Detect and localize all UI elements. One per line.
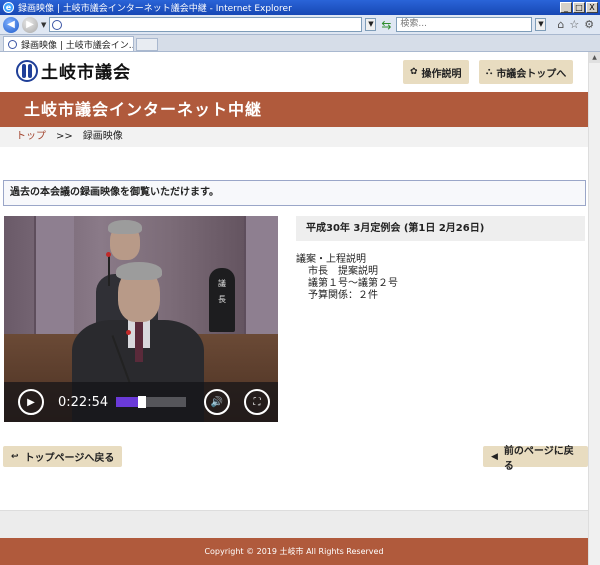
council-top-button-label: 市議会トップへ <box>496 68 567 80</box>
notice-box: 過去の本会議の録画映像を御覧いただけます。 <box>3 180 586 206</box>
playback-time: 0:22:54 <box>58 394 109 410</box>
favorites-star-icon[interactable]: ☆ <box>569 18 579 31</box>
forward-arrow-icon[interactable]: ▶ <box>22 16 38 33</box>
tab-strip: 録画映像 | 土岐市議会イン... <box>0 35 600 52</box>
maximize-button[interactable]: □ <box>573 2 585 13</box>
back-to-top-label: トップページへ戻る <box>24 453 115 464</box>
minimize-button[interactable]: _ <box>560 2 572 13</box>
site-logo[interactable]: 土岐市議会 <box>16 58 131 83</box>
agenda-item: 予算関係：２件 <box>308 290 378 301</box>
window-title-bar: e 録画映像 | 土岐市議会インターネット議会中継 - Internet Exp… <box>0 0 600 15</box>
vertical-scrollbar[interactable]: ▲ <box>588 52 600 565</box>
breadcrumb-home-link[interactable]: トップ <box>16 131 46 142</box>
breadcrumb-separator: >> <box>56 131 73 142</box>
help-button-label: 操作説明 <box>421 68 462 80</box>
seek-bar-fill <box>116 397 139 407</box>
home-icon[interactable]: ⌂ <box>557 18 564 31</box>
logo-text: 土岐市議会 <box>41 63 131 83</box>
search-input[interactable]: 検索... <box>396 17 533 32</box>
back-to-top-button[interactable]: ↩ トップページへ戻る <box>3 446 123 467</box>
tab-label: 録画映像 | 土岐市議会イン... <box>21 40 134 51</box>
city-emblem-icon <box>16 59 38 82</box>
play-icon: ▶ <box>27 396 35 408</box>
gear-icon: ✿ <box>410 67 418 77</box>
previous-page-button[interactable]: ◀ 前のページに戻る <box>483 446 588 472</box>
video-controls: ▶ 0:22:54 🔊 ⛶ <box>4 382 278 422</box>
site-favicon-icon <box>52 19 63 30</box>
address-bar: ◀ ▶ ▼ ▼ ⇆ 検索... ▼ ⌂ ☆ ⚙ <box>0 15 600 35</box>
agenda-item: 議案・上程説明 <box>296 254 366 265</box>
triangle-left-icon: ◀ <box>491 451 498 462</box>
agenda-list: 議案・上程説明 市長 提案説明 議第１号～議第２号 予算関係：２件 <box>296 254 398 302</box>
back-arrow-icon[interactable]: ◀ <box>3 16 19 33</box>
browser-tab[interactable]: 録画映像 | 土岐市議会イン... <box>3 36 134 51</box>
tab-favicon-icon <box>8 39 17 49</box>
url-input[interactable] <box>49 17 363 32</box>
url-dropdown-button[interactable]: ▼ <box>365 18 377 31</box>
search-dropdown-button[interactable]: ▼ <box>535 18 547 31</box>
ie-logo-icon: e <box>3 2 14 13</box>
volume-icon: 🔊 <box>210 396 224 408</box>
help-button[interactable]: ✿ 操作説明 <box>403 60 469 84</box>
play-button[interactable]: ▶ <box>18 389 44 415</box>
agenda-item: 議第１号～議第２号 <box>308 278 398 289</box>
footer-spacer <box>0 510 588 538</box>
footer-copyright: Copyright © 2019 土岐市 All Rights Reserved <box>0 538 588 565</box>
new-tab-button[interactable] <box>136 38 158 51</box>
toolbar-icons: ⌂ ☆ ⚙ <box>557 18 594 31</box>
council-top-button[interactable]: ⛬ 市議会トップへ <box>479 60 574 84</box>
return-arrow-icon: ↩ <box>11 451 19 462</box>
page-content: 土岐市議会 ✿ 操作説明 ⛬ 市議会トップへ 土岐市議会インターネット中継 トッ… <box>0 52 588 565</box>
site-header: 土岐市議会 ✿ 操作説明 ⛬ 市議会トップへ <box>0 52 588 92</box>
volume-button[interactable]: 🔊 <box>204 389 230 415</box>
breadcrumb: トップ >> 録画映像 <box>0 127 588 147</box>
video-player[interactable]: 議長 ▶ 0:22:54 🔊 ⛶ <box>4 216 278 422</box>
fullscreen-icon: ⛶ <box>253 396 261 408</box>
page-title: 土岐市議会インターネット中継 <box>0 92 588 127</box>
seek-bar[interactable] <box>116 396 186 408</box>
fullscreen-button[interactable]: ⛶ <box>244 389 270 415</box>
previous-page-label: 前のページに戻る <box>503 445 574 472</box>
seek-bar-handle[interactable] <box>138 396 147 408</box>
scroll-up-icon[interactable]: ▲ <box>589 52 600 63</box>
meeting-title: 平成30年 3月定例会 (第1日 2月26日) <box>296 216 585 241</box>
close-button[interactable]: X <box>586 2 598 13</box>
window-title: 録画映像 | 土岐市議会インターネット議会中継 - Internet Explo… <box>18 4 292 14</box>
building-icon: ⛬ <box>486 67 493 77</box>
refresh-icon[interactable]: ⇆ <box>379 18 393 32</box>
speaker-nameplate: 議長 <box>209 268 235 332</box>
breadcrumb-current: 録画映像 <box>82 131 123 142</box>
window-controls: _ □ X <box>560 2 598 13</box>
history-dropdown-icon[interactable]: ▼ <box>41 21 46 29</box>
agenda-item: 市長 提案説明 <box>308 266 378 277</box>
settings-gear-icon[interactable]: ⚙ <box>584 18 594 31</box>
